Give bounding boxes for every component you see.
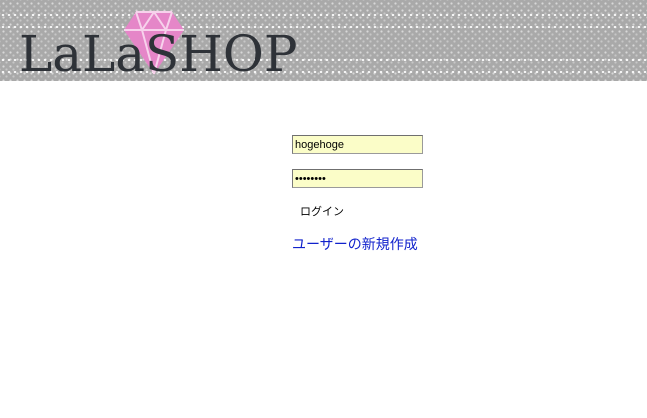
username-input[interactable] — [292, 135, 423, 154]
login-button[interactable]: ログイン — [298, 203, 346, 219]
password-input[interactable] — [292, 169, 423, 188]
site-logo[interactable]: LaLaSHOP — [19, 8, 319, 81]
create-user-link[interactable]: ユーザーの新規作成 — [292, 234, 418, 254]
site-header: LaLaSHOP — [0, 0, 647, 81]
logo-text: LaLaSHOP — [19, 25, 298, 81]
